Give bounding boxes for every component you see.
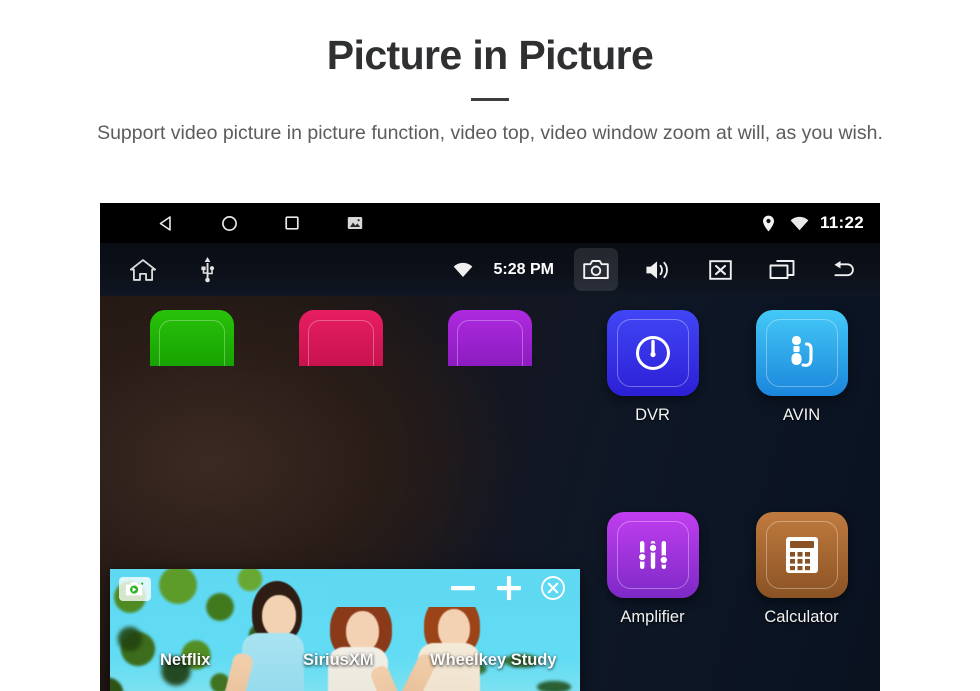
camera-icon <box>583 257 609 283</box>
android-status-bar: 11:22 <box>100 203 880 243</box>
app-calculator[interactable]: Calculator <box>729 512 874 627</box>
app-label: Calculator <box>764 608 839 626</box>
tile-border <box>765 319 838 387</box>
app-tile <box>606 310 699 396</box>
windows-icon <box>769 257 795 283</box>
wifi-icon <box>789 212 811 234</box>
app-label: AVIN <box>782 406 821 424</box>
page-root: Picture in Picture Support video picture… <box>0 0 980 691</box>
device-screen: 11:22 5:28 PM DVR AVIN Amplifier Calcula… <box>100 203 880 691</box>
app-label-wheelkey-study: Wheelkey Study <box>430 651 557 669</box>
pip-zoom-in-button[interactable] <box>494 573 524 603</box>
windows-button[interactable] <box>760 248 804 291</box>
app-tile <box>755 310 848 396</box>
volume-icon <box>645 257 671 283</box>
app-dvr[interactable]: DVR <box>580 310 725 425</box>
app-label-netflix: Netflix <box>160 651 211 669</box>
back-icon[interactable] <box>155 212 177 234</box>
title-divider <box>471 98 509 101</box>
app-avin[interactable]: AVIN <box>729 310 874 425</box>
app-label: Amplifier <box>620 608 685 626</box>
toolbar-clock: 5:28 PM <box>493 260 554 278</box>
pip-close-button[interactable] <box>540 575 566 601</box>
app-grid: DVR AVIN Amplifier Calculator <box>580 296 870 691</box>
equalizer-icon <box>633 535 673 575</box>
home-icon[interactable] <box>218 212 240 234</box>
page-subtitle: Support video picture in picture functio… <box>97 122 883 144</box>
page-title: Picture in Picture <box>326 32 654 78</box>
tile-border <box>616 319 689 387</box>
volume-button[interactable] <box>636 248 680 291</box>
wifi-icon <box>450 257 476 283</box>
back-button[interactable] <box>822 248 866 291</box>
camera-button[interactable] <box>574 248 618 291</box>
tile-border <box>616 521 689 589</box>
location-pin-icon <box>758 212 780 234</box>
av-plug-icon <box>782 332 822 374</box>
system-toolbar: 5:28 PM <box>100 243 880 296</box>
app-tile <box>606 512 699 598</box>
app-amplifier[interactable]: Amplifier <box>580 512 725 627</box>
pip-zoom-out-button[interactable] <box>448 573 478 603</box>
hidden-app-row <box>100 296 580 366</box>
close-icon <box>707 257 733 283</box>
screenshot-icon[interactable] <box>344 212 366 234</box>
app-siriusxm[interactable] <box>299 310 383 366</box>
status-bar-right: 11:22 <box>758 203 864 243</box>
recents-icon[interactable] <box>281 212 303 234</box>
close-button[interactable] <box>698 248 742 291</box>
status-bar-clock: 11:22 <box>819 213 864 232</box>
gauge-icon <box>632 332 674 374</box>
camera-play-icon[interactable] <box>119 577 151 601</box>
app-netflix[interactable] <box>150 310 234 366</box>
bottom-app-labels: Netflix SiriusXM Wheelkey Study <box>100 643 580 691</box>
tile-border <box>308 320 374 366</box>
app-label: DVR <box>635 406 670 424</box>
toolbar-right-group: 5:28 PM <box>450 243 866 296</box>
toolbar-left-group <box>130 256 220 283</box>
tile-border <box>457 320 523 366</box>
launcher-desktop: DVR AVIN Amplifier Calculator Netflix Si… <box>100 296 880 691</box>
home-icon[interactable] <box>130 257 156 283</box>
tile-border <box>159 320 225 366</box>
app-wheelkey-study[interactable] <box>448 310 532 366</box>
android-nav-buttons <box>155 212 366 234</box>
calculator-icon <box>784 535 820 575</box>
usb-icon[interactable] <box>194 256 220 283</box>
app-label-siriusxm: SiriusXM <box>303 651 374 669</box>
pip-window-controls <box>448 573 566 603</box>
tile-border <box>765 521 838 589</box>
back-arrow-icon <box>831 257 857 283</box>
app-tile <box>755 512 848 598</box>
